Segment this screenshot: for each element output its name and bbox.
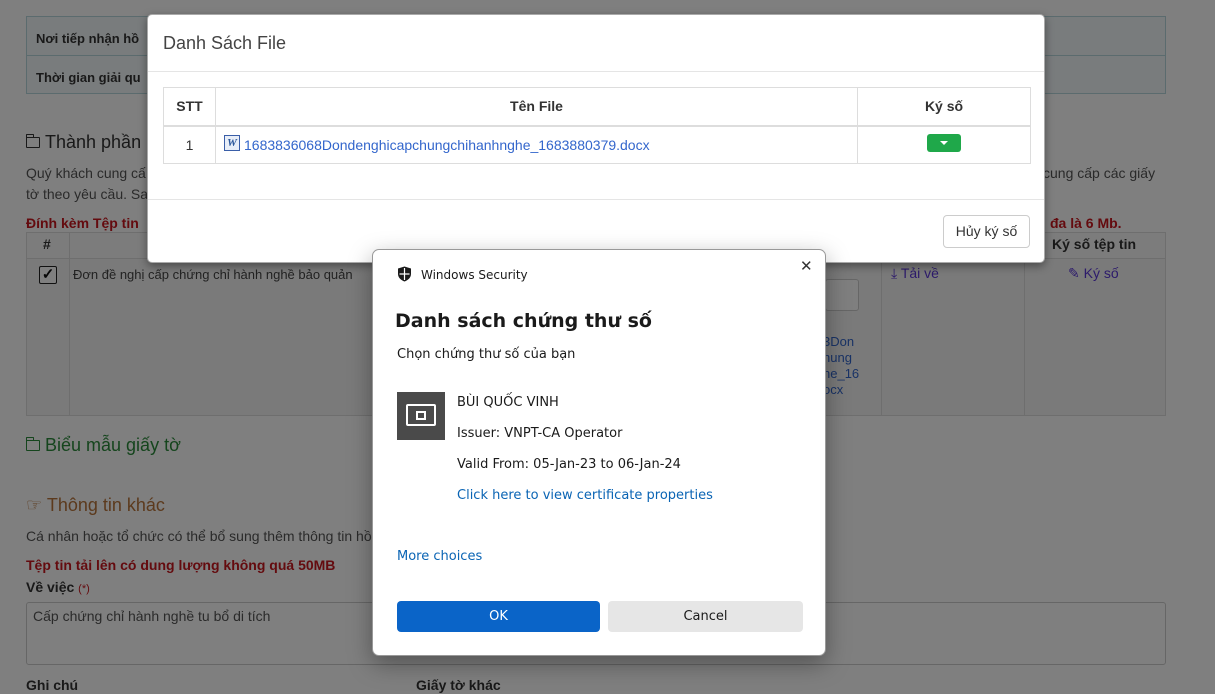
dialog-title: Danh sách chứng thư số <box>395 310 652 332</box>
header-ten-file: Tên File <box>510 98 563 114</box>
file-table: STT Tên File Ký số 1 W 1683836068Dondeng… <box>163 87 1031 164</box>
word-file-icon: W <box>224 135 240 151</box>
certificate-icon <box>397 392 445 440</box>
file-list-modal: Danh Sách File STT Tên File Ký số 1 W 16… <box>147 14 1045 263</box>
row-stt: 1 <box>185 137 194 153</box>
cert-validity: Valid From: 05-Jan-23 to 06-Jan-24 <box>457 457 681 472</box>
sign-dropdown-button[interactable] <box>927 134 961 152</box>
close-icon[interactable]: ✕ <box>800 257 813 275</box>
cancel-sign-button[interactable]: Hủy ký số <box>943 215 1030 248</box>
cert-issuer: Issuer: VNPT-CA Operator <box>457 426 623 441</box>
cancel-button[interactable]: Cancel <box>608 601 803 632</box>
cert-properties-link[interactable]: Click here to view certificate propertie… <box>457 488 713 503</box>
file-name-link[interactable]: 1683836068Dondenghicapchungchihanhnghe_1… <box>244 137 650 153</box>
dialog-app-name: Windows Security <box>421 268 528 282</box>
dialog-subtitle: Chọn chứng thư số của bạn <box>397 347 576 362</box>
more-choices-link[interactable]: More choices <box>397 549 482 564</box>
windows-security-dialog: Windows Security ✕ Danh sách chứng thư s… <box>372 249 826 656</box>
cert-holder[interactable]: BÙI QUỐC VINH <box>457 395 559 410</box>
header-stt: STT <box>176 98 203 114</box>
header-ky-so: Ký số <box>924 98 964 114</box>
shield-icon <box>398 266 411 282</box>
modal-title: Danh Sách File <box>163 33 287 53</box>
ok-button[interactable]: OK <box>397 601 600 632</box>
